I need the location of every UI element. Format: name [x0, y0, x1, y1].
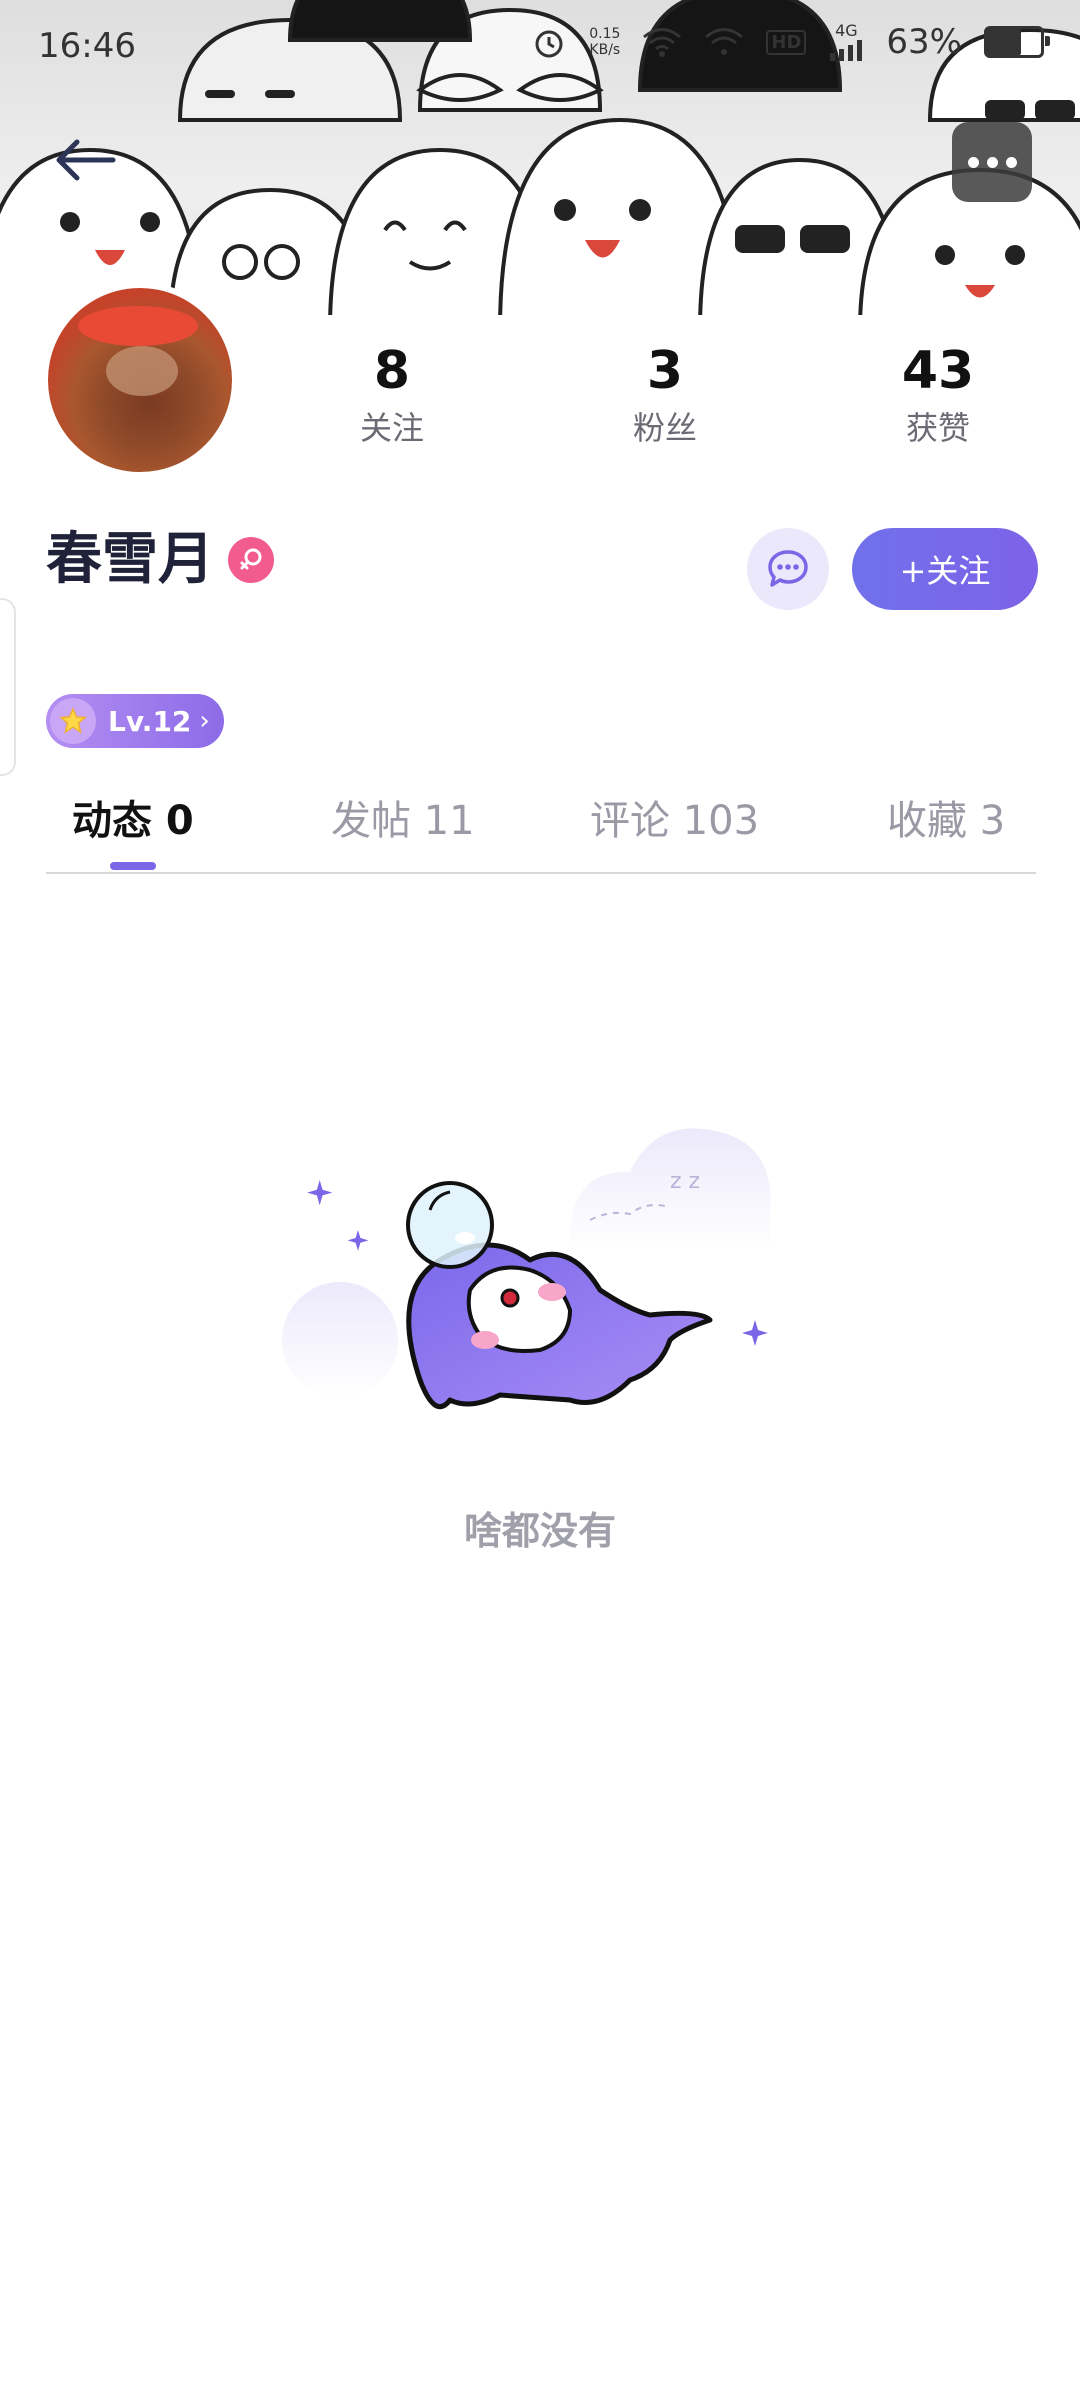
- tab-comments[interactable]: 评论 103: [590, 788, 759, 846]
- stat-following-label: 关注: [359, 409, 424, 447]
- tab-indicator: [110, 862, 156, 870]
- hd-badge: HD: [766, 29, 807, 55]
- network-speed: 0.15 KB/s: [589, 26, 620, 58]
- back-button[interactable]: [40, 120, 130, 200]
- network-speed-unit: KB/s: [589, 42, 621, 58]
- female-icon: [240, 548, 262, 570]
- battery-icon: [984, 26, 1050, 58]
- alarm-icon: [535, 30, 563, 58]
- tab-favorites[interactable]: 收藏 3: [887, 788, 1005, 846]
- signal-icon: [830, 40, 863, 61]
- dot-icon: [967, 156, 979, 168]
- status-time: 16:46: [38, 26, 136, 66]
- stat-fans-value: 3: [646, 341, 684, 401]
- empty-state-text: 啥都没有: [463, 1509, 616, 1553]
- dot-icon: [1005, 156, 1017, 168]
- stat-fans-label: 粉丝: [632, 409, 697, 447]
- profile-stats: 8 关注 3 粉丝 43 获赞: [0, 338, 1080, 468]
- username: 春雪月: [46, 527, 214, 592]
- message-button[interactable]: [747, 528, 829, 610]
- wifi-icon-2: [705, 28, 744, 55]
- chevron-right-icon: ›: [199, 706, 210, 736]
- status-bar: 16:46 0.15 KB/s HD 4G 63%: [0, 0, 1080, 96]
- side-drawer-handle[interactable]: [0, 598, 16, 776]
- svg-text:z z: z z: [670, 1169, 700, 1194]
- more-options-button[interactable]: [952, 122, 1032, 202]
- name-row: 春雪月: [46, 520, 274, 600]
- network-speed-value: 0.15: [589, 26, 621, 42]
- stat-likes-value: 43: [901, 341, 975, 401]
- stat-likes-label: 获赞: [905, 409, 970, 447]
- stat-fans[interactable]: 3 粉丝: [565, 338, 765, 450]
- follow-button[interactable]: +关注: [852, 528, 1038, 610]
- level-label: Lv.12: [108, 704, 192, 738]
- chat-bubble-icon: [768, 550, 808, 587]
- dot-icon: [986, 156, 998, 168]
- arrow-left-icon: [56, 139, 116, 181]
- profile-tabs: 动态 0 发帖 11 评论 103 收藏 3: [46, 780, 1036, 874]
- star-icon: [50, 698, 96, 744]
- cell-type-label: 4G: [835, 21, 858, 40]
- level-badge[interactable]: Lv.12 ›: [46, 694, 224, 748]
- empty-state-illustration: z z: [282, 1128, 771, 1410]
- stat-following-value: 8: [373, 341, 411, 401]
- tab-activity[interactable]: 动态 0: [72, 788, 194, 846]
- wifi-icon: [643, 28, 682, 57]
- battery-fill: [987, 29, 1022, 55]
- battery-percent: 63%: [886, 22, 962, 62]
- gender-badge: [228, 537, 274, 583]
- status-icons: 0.15 KB/s HD 4G 63%: [531, 22, 1050, 62]
- stat-likes[interactable]: 43 获赞: [838, 338, 1038, 450]
- cell-signal: 4G: [828, 23, 864, 61]
- tab-posts[interactable]: 发帖 11: [331, 788, 475, 846]
- stat-following[interactable]: 8 关注: [292, 338, 492, 450]
